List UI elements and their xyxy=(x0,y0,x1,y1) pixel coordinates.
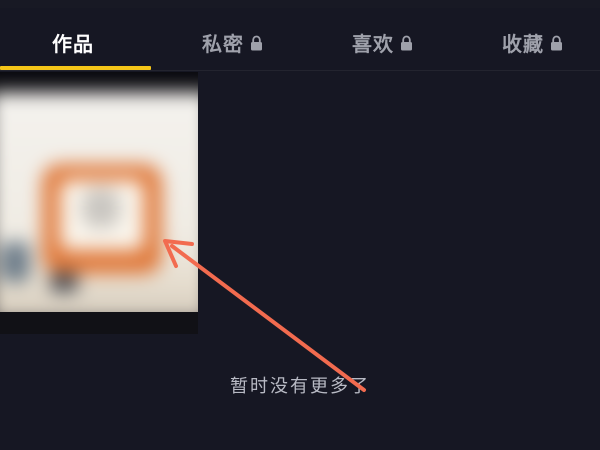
video-thumbnail[interactable] xyxy=(0,72,198,334)
tab-bar: 作品 私密 喜欢 收藏 xyxy=(0,0,600,72)
lock-icon xyxy=(251,35,262,51)
thumbnail-footer xyxy=(0,312,198,334)
profile-works-page: 作品 私密 喜欢 收藏 暂时没有更多了 xyxy=(0,0,600,450)
lock-icon xyxy=(551,35,562,51)
tab-works-label: 作品 xyxy=(52,31,94,56)
tab-works[interactable]: 作品 xyxy=(52,24,94,60)
thumbnail-image xyxy=(0,92,198,322)
tab-favorites[interactable]: 收藏 xyxy=(502,24,563,60)
tab-likes-label: 喜欢 xyxy=(352,31,394,56)
no-more-content-text: 暂时没有更多了 xyxy=(230,376,370,397)
tab-favorites-label: 收藏 xyxy=(502,31,544,56)
tab-divider xyxy=(0,70,600,71)
tab-private-label: 私密 xyxy=(202,31,244,56)
tab-likes[interactable]: 喜欢 xyxy=(352,24,413,60)
tab-private[interactable]: 私密 xyxy=(202,24,263,60)
lock-icon xyxy=(401,35,412,51)
